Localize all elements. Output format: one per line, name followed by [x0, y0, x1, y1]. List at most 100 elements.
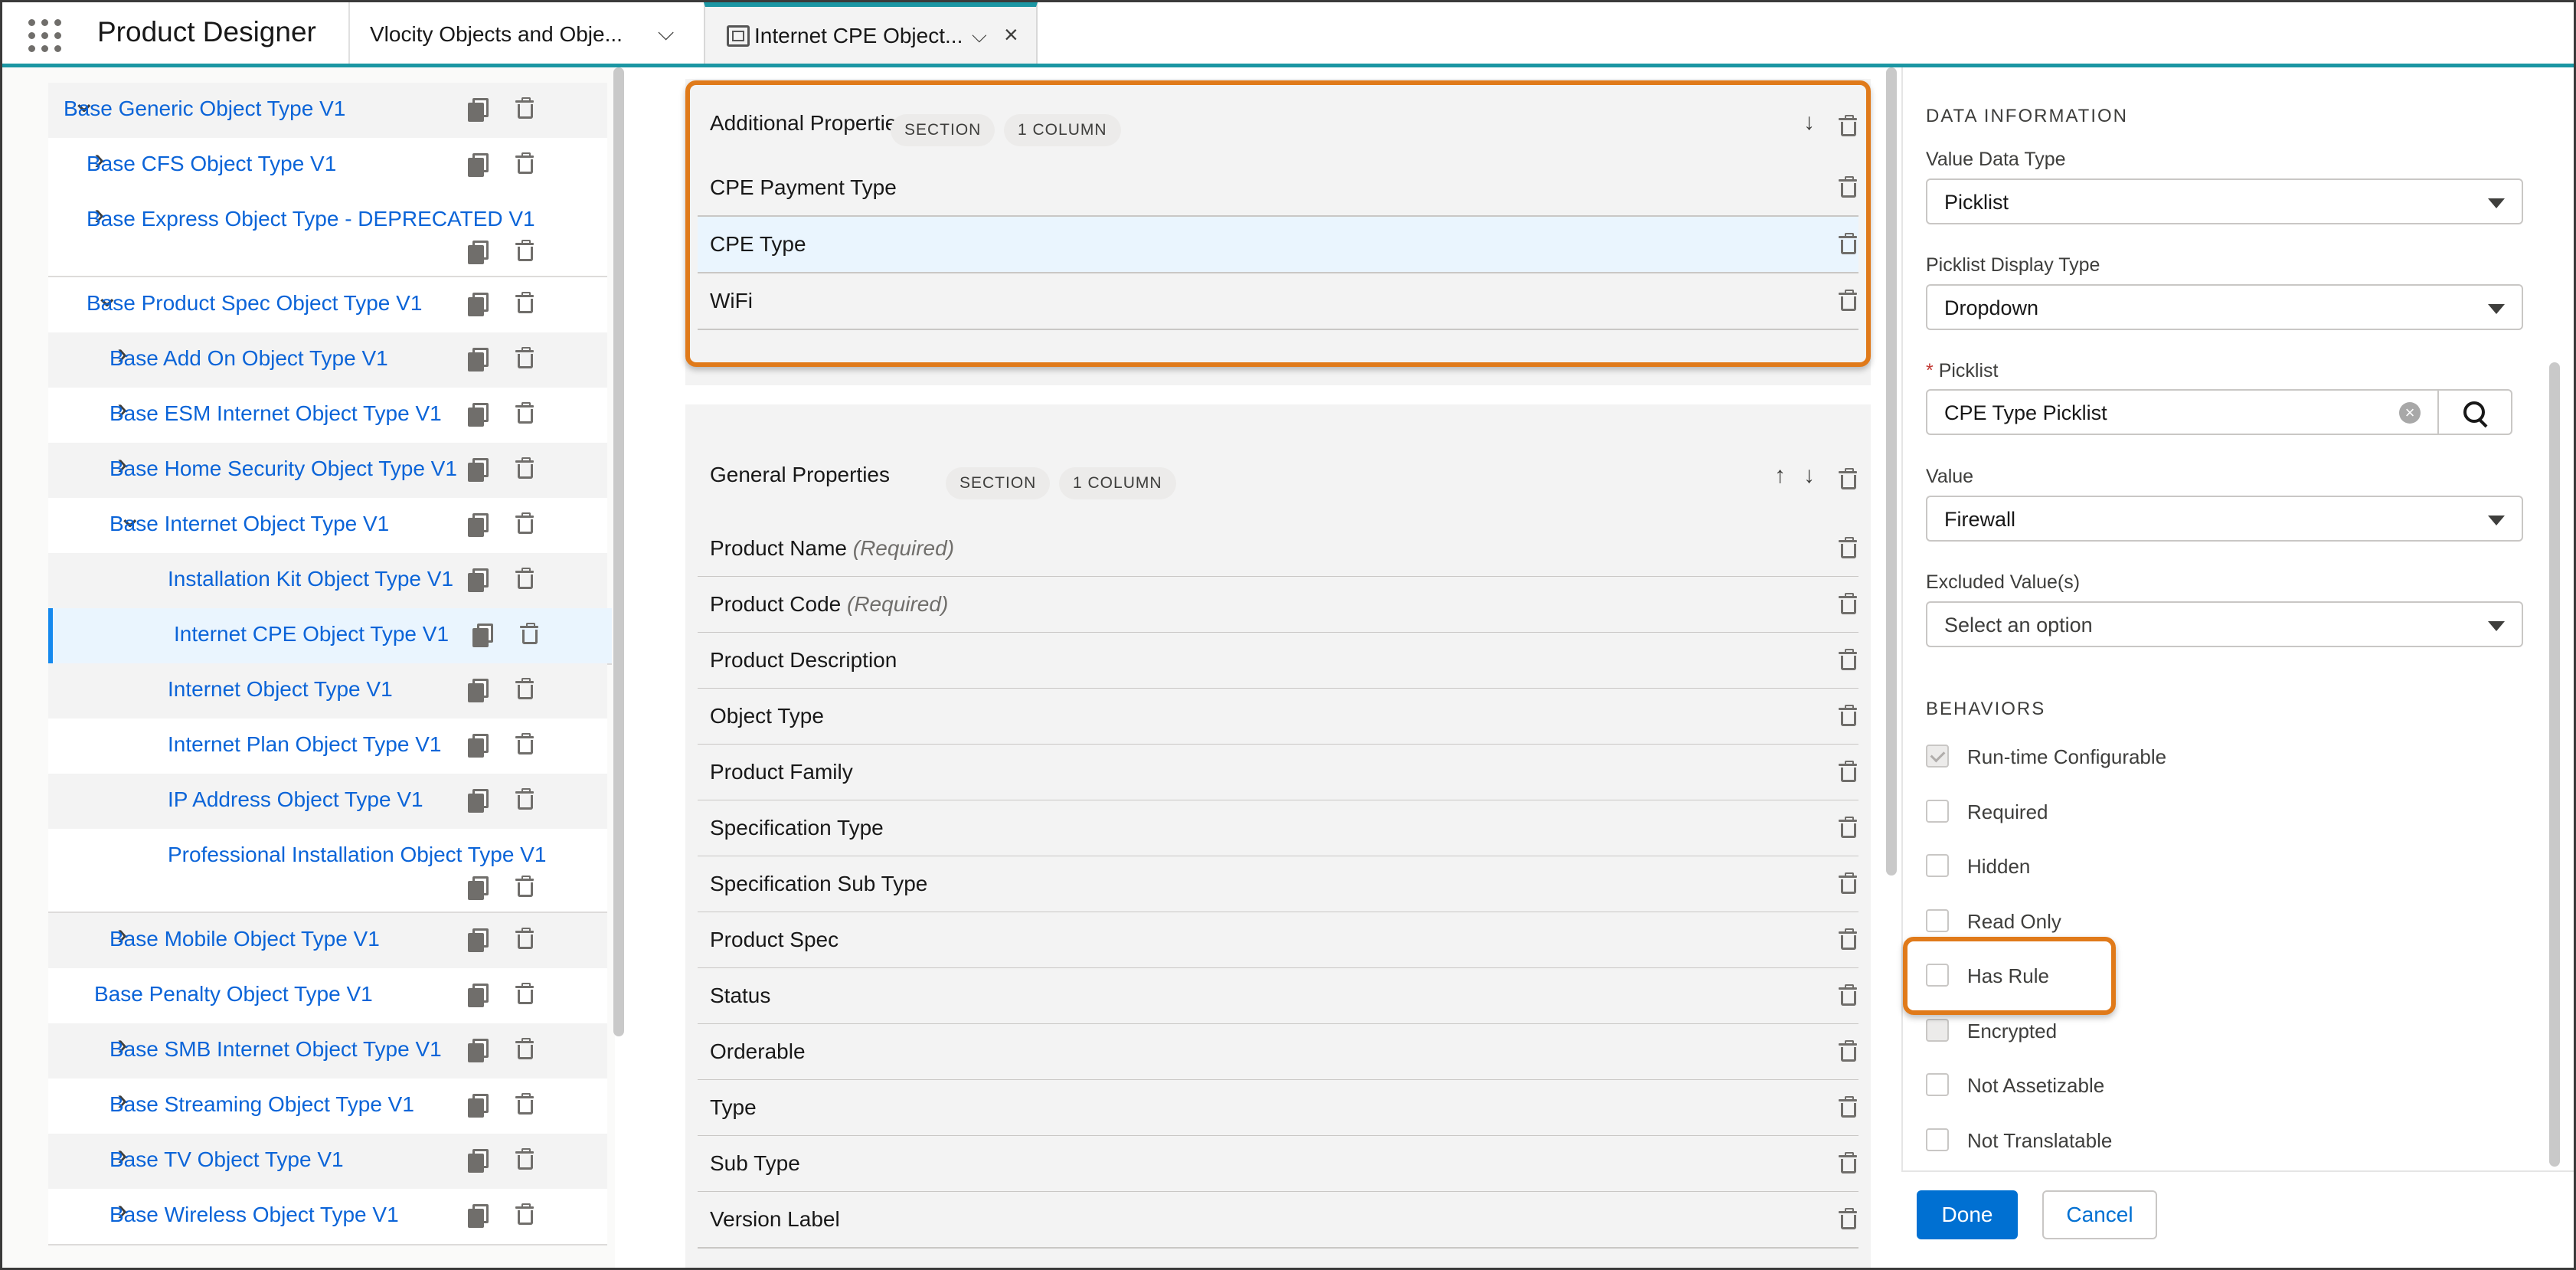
tree-item[interactable]: › Base Mobile Object Type V1: [48, 913, 607, 970]
checkbox[interactable]: [1926, 1128, 1949, 1151]
value-data-type-select[interactable]: Picklist: [1926, 178, 2523, 224]
tab-internet-cpe-object[interactable]: Internet CPE Object... ⌵ ×: [704, 2, 1038, 64]
done-button[interactable]: Done: [1917, 1190, 2018, 1239]
tree-item[interactable]: Internet Plan Object Type V1: [48, 718, 607, 775]
trash-icon[interactable]: [515, 97, 534, 119]
tree-item-label[interactable]: Base Home Security Object Type V1: [110, 457, 457, 481]
tree-item[interactable]: › Base TV Object Type V1: [48, 1134, 607, 1190]
tree-item-label[interactable]: Installation Kit Object Type V1: [168, 567, 453, 591]
trash-icon[interactable]: [1839, 928, 1857, 950]
trash-icon[interactable]: [515, 1093, 534, 1115]
tree-item-label[interactable]: Base TV Object Type V1: [110, 1147, 344, 1172]
trash-icon[interactable]: [515, 733, 534, 754]
property-row[interactable]: Product Family: [698, 745, 1858, 801]
clone-icon[interactable]: [468, 153, 489, 177]
chevron-down-icon[interactable]: ⌵: [658, 21, 674, 46]
trash-icon[interactable]: [1839, 817, 1857, 838]
clone-icon[interactable]: [468, 984, 489, 1007]
tree-item-label[interactable]: Internet Plan Object Type V1: [168, 732, 441, 757]
clone-icon[interactable]: [472, 624, 493, 647]
cancel-button[interactable]: Cancel: [2042, 1190, 2157, 1239]
tree-item[interactable]: Base Penalty Object Type V1: [48, 968, 607, 1025]
checkbox[interactable]: [1926, 854, 1949, 877]
checkbox[interactable]: [1926, 908, 1949, 932]
trash-icon[interactable]: [515, 402, 534, 424]
property-row[interactable]: Specification Sub Type: [698, 856, 1858, 913]
trash-icon[interactable]: [515, 928, 534, 949]
tree-item[interactable]: Installation Kit Object Type V1: [48, 553, 607, 610]
trash-icon[interactable]: [1839, 984, 1857, 1006]
trash-icon[interactable]: [515, 983, 534, 1004]
trash-icon[interactable]: [520, 623, 538, 644]
tree-item[interactable]: › Base Wireless Object Type V1: [48, 1189, 607, 1245]
tree-item[interactable]: ⌄ Base Product Spec Object Type V1: [48, 277, 607, 334]
tree-item-label[interactable]: Base Streaming Object Type V1: [110, 1092, 414, 1117]
tree-item[interactable]: › Base CFS Object Type V1: [48, 138, 607, 195]
clone-icon[interactable]: [468, 568, 489, 592]
property-row[interactable]: Status: [698, 968, 1858, 1025]
trash-icon[interactable]: [515, 876, 534, 897]
trash-icon[interactable]: [515, 1203, 534, 1225]
property-row[interactable]: Product Code (Required): [698, 577, 1858, 633]
trash-icon[interactable]: [1839, 1096, 1857, 1118]
clone-icon[interactable]: [468, 513, 489, 537]
clone-icon[interactable]: [468, 876, 489, 900]
tree-item[interactable]: › Base Home Security Object Type V1: [48, 443, 607, 499]
tree-item-label[interactable]: Base Generic Object Type V1: [64, 97, 345, 121]
tree-item[interactable]: Internet Object Type V1: [48, 663, 607, 720]
trash-icon[interactable]: [515, 678, 534, 699]
tree-item[interactable]: ⌄ Base Generic Object Type V1: [48, 83, 607, 139]
chevron-down-icon[interactable]: ⌵: [972, 24, 987, 48]
clone-icon[interactable]: [468, 293, 489, 316]
tree-item-label[interactable]: Base CFS Object Type V1: [87, 152, 336, 176]
details-scrollbar[interactable]: [2549, 362, 2560, 1167]
move-up-icon[interactable]: ↑: [1774, 463, 1786, 489]
property-row[interactable]: Orderable: [698, 1024, 1858, 1081]
tree-item[interactable]: › Base Add On Object Type V1: [48, 332, 607, 389]
property-row[interactable]: Type: [698, 1080, 1858, 1137]
clear-icon[interactable]: ×: [2399, 402, 2421, 424]
trash-icon[interactable]: [515, 1038, 534, 1059]
trash-icon[interactable]: [1839, 872, 1857, 894]
tree-item-label[interactable]: Base Wireless Object Type V1: [110, 1203, 399, 1227]
trash-icon[interactable]: [1839, 1040, 1857, 1062]
move-down-icon[interactable]: ↓: [1803, 463, 1815, 489]
trash-icon[interactable]: [515, 568, 534, 589]
app-launcher-icon[interactable]: [28, 19, 62, 53]
tree-item-selected[interactable]: Internet CPE Object Type V1: [48, 608, 612, 665]
tree-item[interactable]: IP Address Object Type V1: [48, 774, 607, 830]
clone-icon[interactable]: [468, 734, 489, 758]
checkbox[interactable]: [1926, 799, 1949, 823]
tree-item-label[interactable]: Base Add On Object Type V1: [110, 346, 388, 371]
trash-icon[interactable]: [515, 1148, 534, 1170]
trash-icon[interactable]: [515, 457, 534, 479]
trash-icon[interactable]: [1839, 593, 1857, 614]
tree-item-label[interactable]: Base Penalty Object Type V1: [94, 982, 373, 1007]
property-row[interactable]: Sub Type: [698, 1136, 1858, 1193]
tree-item-label[interactable]: Professional Installation Object Type V1: [168, 843, 546, 867]
clone-icon[interactable]: [468, 1094, 489, 1118]
trash-icon[interactable]: [1839, 1152, 1857, 1173]
picklist-lookup-input[interactable]: CPE Type Picklist ×: [1926, 389, 2439, 435]
tree-item-label[interactable]: Internet CPE Object Type V1: [174, 622, 449, 646]
property-row[interactable]: Product Description: [698, 633, 1858, 689]
tree-item[interactable]: › Base ESM Internet Object Type V1: [48, 388, 607, 444]
tree-item-label[interactable]: Base Express Object Type - DEPRECATED V1: [87, 207, 535, 231]
trash-icon[interactable]: [515, 152, 534, 174]
clone-icon[interactable]: [468, 241, 489, 264]
trash-icon[interactable]: [1839, 649, 1857, 670]
tree-item-label[interactable]: Base Mobile Object Type V1: [110, 927, 380, 951]
tab-vlocity-objects[interactable]: Vlocity Objects and Obje... ⌵: [348, 2, 674, 64]
property-row[interactable]: Object Type: [698, 689, 1858, 745]
tree-item[interactable]: Professional Installation Object Type V1: [48, 829, 607, 913]
trash-icon[interactable]: [515, 512, 534, 534]
tree-scrollbar[interactable]: [613, 67, 624, 1036]
clone-icon[interactable]: [468, 403, 489, 427]
clone-icon[interactable]: [468, 98, 489, 122]
tree-item[interactable]: › Base SMB Internet Object Type V1: [48, 1023, 607, 1080]
picklist-display-type-select[interactable]: Dropdown: [1926, 284, 2523, 330]
clone-icon[interactable]: [468, 1204, 489, 1228]
tree-item-label[interactable]: Internet Object Type V1: [168, 677, 393, 702]
trash-icon[interactable]: [1839, 705, 1857, 726]
clone-icon[interactable]: [468, 348, 489, 372]
